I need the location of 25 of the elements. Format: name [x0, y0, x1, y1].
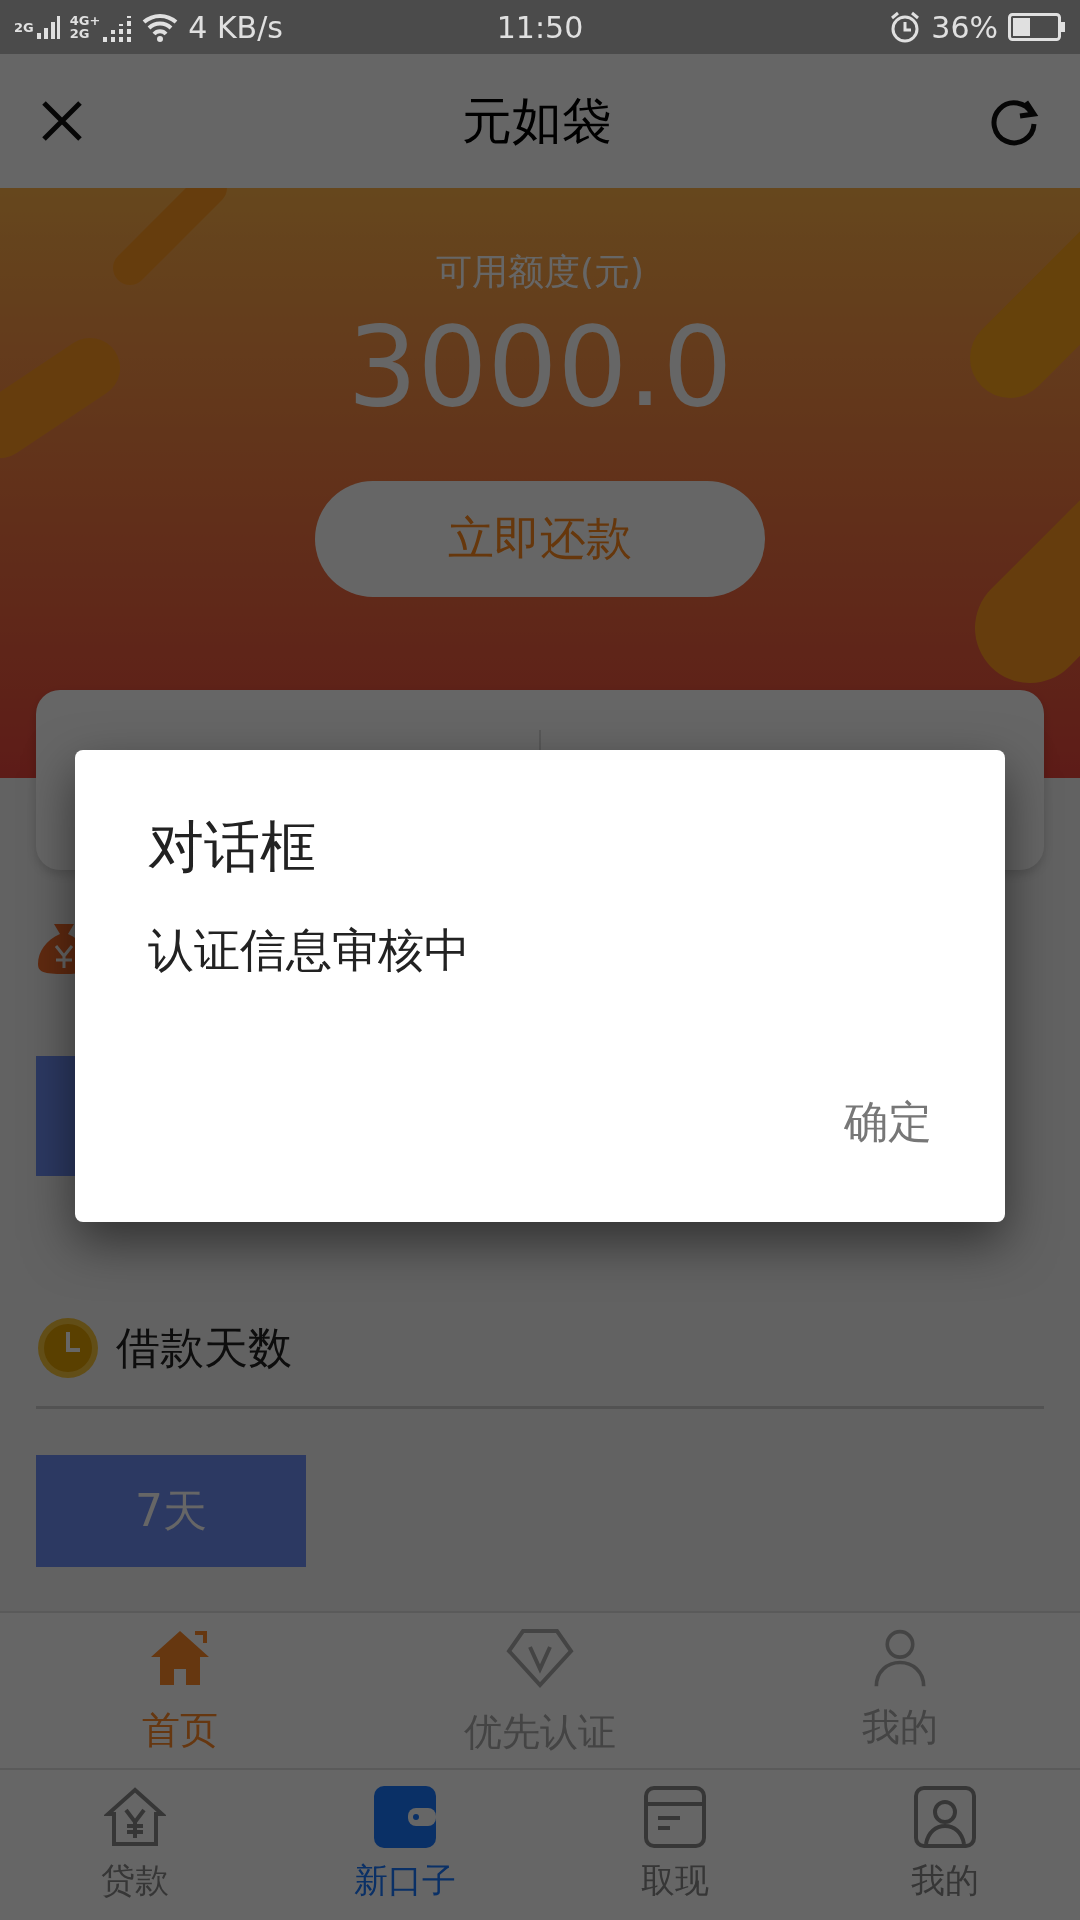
alarm-icon [889, 11, 922, 43]
repay-button[interactable]: 立即还款 [315, 481, 765, 597]
clock-icon [36, 1316, 100, 1380]
network-label: 2G [14, 20, 34, 34]
close-icon[interactable] [40, 99, 84, 143]
confirm-button[interactable]: 确定 [834, 1083, 942, 1162]
dialog-message: 认证信息审核中 [148, 922, 471, 979]
tab-item[interactable]: 首页 [0, 1613, 360, 1768]
clock-time: 11:50 [496, 9, 584, 45]
house-yen-icon [104, 1786, 166, 1848]
wallet-icon [374, 1786, 436, 1848]
network-label: 2G [69, 27, 91, 40]
tab-item[interactable]: 新口子 [270, 1770, 540, 1920]
dialog-title: 对话框 [148, 813, 317, 881]
battery-percent: 36% [931, 9, 998, 45]
available-credit-label: 可用额度(元) [435, 250, 645, 294]
credit-amount: 3000.0 [347, 303, 733, 431]
profile-icon [914, 1786, 976, 1848]
window-title: 元如袋 [462, 90, 612, 152]
network-speed: 4 KB/s [188, 9, 283, 45]
signal-icon [35, 15, 60, 39]
network-label: 4G+ [69, 14, 101, 27]
card-icon [644, 1786, 706, 1848]
section-title: 借款天数 [116, 1320, 292, 1375]
battery-icon [1008, 13, 1066, 41]
